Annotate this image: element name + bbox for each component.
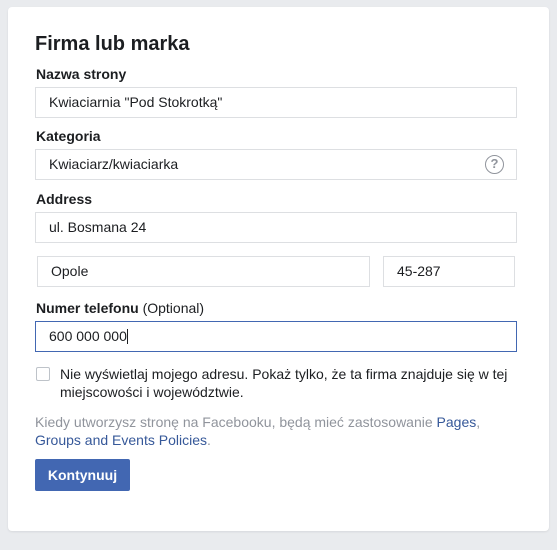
phone-label-text: Numer telefonu [36, 300, 139, 316]
postal-code-value: 45-287 [397, 263, 441, 279]
category-label: Kategoria [36, 128, 101, 144]
policy-prefix: Kiedy utworzysz stronę na Facebooku, będ… [35, 414, 437, 430]
street-field[interactable]: ul. Bosmana 24 [35, 212, 517, 243]
optional-hint: (Optional) [142, 300, 205, 316]
phone-field[interactable]: 600 000 000 [35, 321, 517, 352]
policy-notice: Kiedy utworzysz stronę na Facebooku, będ… [35, 413, 525, 449]
phone-label: Numer telefonu (Optional) [36, 300, 204, 316]
page-name-value: Kwiaciarnia "Pod Stokrotką" [49, 94, 223, 110]
street-value: ul. Bosmana 24 [49, 219, 147, 235]
pages-policy-link[interactable]: Pages [437, 414, 477, 430]
hide-address-label[interactable]: Nie wyświetlaj mojego adresu. Pokaż tylk… [60, 365, 530, 401]
address-label: Address [36, 191, 93, 207]
text-caret [126, 329, 128, 344]
postal-code-field[interactable]: 45-287 [383, 256, 515, 287]
create-page-card: Firma lub marka Nazwa strony Kwiaciarnia… [8, 7, 549, 531]
form-title: Firma lub marka [35, 33, 190, 55]
category-field[interactable]: Kwiaciarz/kwiaciarka ? [35, 149, 517, 180]
policy-separator: , [476, 414, 481, 430]
policy-suffix: . [206, 432, 211, 448]
city-value: Opole [51, 263, 89, 279]
help-icon[interactable]: ? [485, 155, 504, 174]
page-name-label: Nazwa strony [36, 66, 127, 82]
continue-button[interactable]: Kontynuuj [35, 459, 130, 491]
page-name-field[interactable]: Kwiaciarnia "Pod Stokrotką" [35, 87, 517, 118]
phone-value: 600 000 000 [49, 328, 127, 344]
category-value: Kwiaciarz/kwiaciarka [49, 156, 179, 172]
groups-events-policy-link[interactable]: Groups and Events Policies [35, 432, 207, 448]
city-field[interactable]: Opole [37, 256, 370, 287]
hide-address-checkbox[interactable] [36, 367, 50, 381]
